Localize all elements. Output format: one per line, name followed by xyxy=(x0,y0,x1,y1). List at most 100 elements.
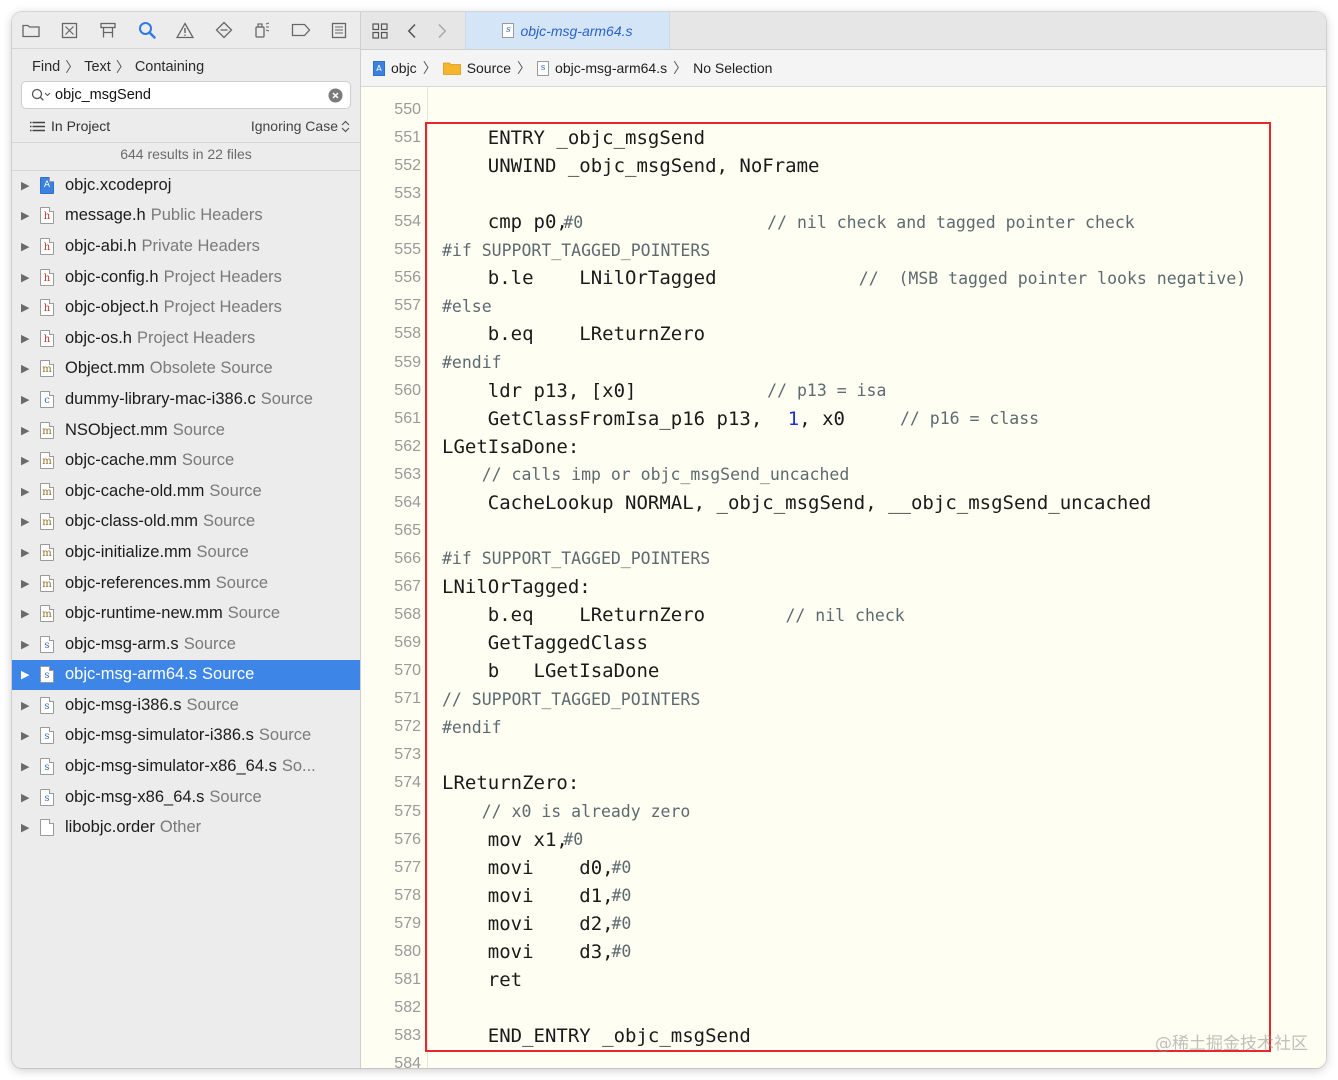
result-file-row[interactable]: ▶ h objc-os.h Project Headers xyxy=(12,323,360,354)
disclosure-triangle-icon[interactable]: ▶ xyxy=(21,332,33,345)
jump-bar-file[interactable]: s objc-msg-arm64.s xyxy=(537,60,667,76)
result-file-row[interactable]: ▶ m objc-initialize.mm Source xyxy=(12,537,360,568)
result-file-row[interactable]: ▶ s objc-msg-x86_64.s Source xyxy=(12,782,360,813)
disclosure-triangle-icon[interactable]: ▶ xyxy=(21,301,33,314)
result-file-row[interactable]: ▶ h message.h Public Headers xyxy=(12,201,360,232)
result-file-row[interactable]: ▶ h objc-config.h Project Headers xyxy=(12,262,360,293)
disclosure-triangle-icon[interactable]: ▶ xyxy=(21,821,33,834)
line-number[interactable]: 573 xyxy=(361,746,421,764)
disclosure-triangle-icon[interactable]: ▶ xyxy=(21,699,33,712)
line-number[interactable]: 568 xyxy=(361,606,421,624)
line-number[interactable]: 550 xyxy=(361,101,421,119)
disclosure-triangle-icon[interactable]: ▶ xyxy=(21,515,33,528)
source-control-icon[interactable] xyxy=(51,12,90,48)
disclosure-triangle-icon[interactable]: ▶ xyxy=(21,209,33,222)
line-number[interactable]: 584 xyxy=(361,1055,421,1068)
disclosure-triangle-icon[interactable]: ▶ xyxy=(21,240,33,253)
result-file-row[interactable]: ▶ m objc-cache.mm Source xyxy=(12,445,360,476)
code-text-area[interactable]: 550 551 ENTRY _objc_msgSend 552 UNWIND _ob… xyxy=(361,86,1326,1068)
forward-chevron-icon[interactable] xyxy=(427,12,457,49)
line-number[interactable]: 565 xyxy=(361,522,421,540)
line-number[interactable]: 572 xyxy=(361,718,421,736)
hierarchy-icon[interactable] xyxy=(89,12,128,48)
disclosure-triangle-icon[interactable]: ▶ xyxy=(21,393,33,406)
line-number[interactable]: 582 xyxy=(361,999,421,1017)
folder-icon[interactable] xyxy=(12,12,51,48)
result-file-row[interactable]: ▶ c dummy-library-mac-i386.c Source xyxy=(12,384,360,415)
result-file-row[interactable]: ▶ s objc-msg-simulator-x86_64.s So... xyxy=(12,751,360,782)
warning-icon[interactable] xyxy=(166,12,205,48)
disclosure-triangle-icon[interactable]: ▶ xyxy=(21,454,33,467)
line-number[interactable]: 561 xyxy=(361,410,421,428)
line-number[interactable]: 554 xyxy=(361,213,421,231)
search-input[interactable] xyxy=(55,87,305,103)
line-number[interactable]: 580 xyxy=(361,943,421,961)
back-chevron-icon[interactable] xyxy=(397,12,427,49)
line-number[interactable]: 570 xyxy=(361,662,421,680)
line-number[interactable]: 556 xyxy=(361,269,421,287)
line-number[interactable]: 567 xyxy=(361,578,421,596)
disclosure-triangle-icon[interactable]: ▶ xyxy=(21,424,33,437)
line-number[interactable]: 553 xyxy=(361,185,421,203)
line-number[interactable]: 579 xyxy=(361,915,421,933)
line-number[interactable]: 558 xyxy=(361,325,421,343)
clear-search-icon[interactable] xyxy=(328,88,343,103)
line-number[interactable]: 578 xyxy=(361,887,421,905)
result-file-row[interactable]: ▶ m Object.mm Obsolete Source xyxy=(12,354,360,385)
disclosure-triangle-icon[interactable]: ▶ xyxy=(21,638,33,651)
result-file-row[interactable]: ▶ m NSObject.mm Source xyxy=(12,415,360,446)
line-number[interactable]: 559 xyxy=(361,354,421,372)
line-number[interactable]: 571 xyxy=(361,690,421,708)
case-sensitivity-selector[interactable]: Ignoring Case xyxy=(251,118,350,134)
debug-spray-icon[interactable] xyxy=(243,12,282,48)
scope-selector[interactable]: In Project xyxy=(30,118,110,134)
jump-bar-project[interactable]: A objc xyxy=(373,60,417,76)
line-number[interactable]: 555 xyxy=(361,241,421,259)
result-file-row[interactable]: ▶ h objc-object.h Project Headers xyxy=(12,292,360,323)
find-mode-find[interactable]: Find xyxy=(32,59,60,75)
disclosure-triangle-icon[interactable]: ▶ xyxy=(21,179,33,192)
find-mode-containing[interactable]: Containing xyxy=(135,59,204,75)
disclosure-triangle-icon[interactable]: ▶ xyxy=(21,362,33,375)
line-number[interactable]: 551 xyxy=(361,129,421,147)
result-file-row[interactable]: ▶ h objc-abi.h Private Headers xyxy=(12,231,360,262)
disclosure-triangle-icon[interactable]: ▶ xyxy=(21,607,33,620)
result-file-row[interactable]: ▶ s objc-msg-arm.s Source xyxy=(12,629,360,660)
result-file-row[interactable]: ▶ m objc-cache-old.mm Source xyxy=(12,476,360,507)
search-icon[interactable] xyxy=(128,12,167,48)
result-file-row[interactable]: ▶ s objc-msg-arm64.s Source xyxy=(12,659,360,691)
disclosure-triangle-icon[interactable]: ▶ xyxy=(21,485,33,498)
line-number[interactable]: 577 xyxy=(361,859,421,877)
disclosure-triangle-icon[interactable]: ▶ xyxy=(21,760,33,773)
disclosure-triangle-icon[interactable]: ▶ xyxy=(21,546,33,559)
result-file-row[interactable]: ▶ libobjc.order Other xyxy=(12,812,360,843)
line-number[interactable]: 576 xyxy=(361,831,421,849)
line-number[interactable]: 569 xyxy=(361,634,421,652)
line-number[interactable]: 575 xyxy=(361,803,421,821)
breakpoint-icon[interactable] xyxy=(282,12,321,48)
line-number[interactable]: 557 xyxy=(361,297,421,315)
line-number[interactable]: 563 xyxy=(361,466,421,484)
line-number[interactable]: 581 xyxy=(361,971,421,989)
jump-bar-group[interactable]: Source xyxy=(442,60,511,76)
result-file-row[interactable]: ▶ s objc-msg-i386.s Source xyxy=(12,690,360,721)
line-number[interactable]: 574 xyxy=(361,774,421,792)
line-number[interactable]: 562 xyxy=(361,438,421,456)
disclosure-triangle-icon[interactable]: ▶ xyxy=(21,668,33,681)
result-file-row[interactable]: ▶ Aobjc.xcodeproj xyxy=(12,170,360,201)
disclosure-triangle-icon[interactable]: ▶ xyxy=(21,729,33,742)
disclosure-triangle-icon[interactable]: ▶ xyxy=(21,577,33,590)
line-number[interactable]: 552 xyxy=(361,157,421,175)
jump-bar-symbol[interactable]: No Selection xyxy=(693,60,772,76)
result-file-row[interactable]: ▶ s objc-msg-simulator-i386.s Source xyxy=(12,721,360,752)
result-file-row[interactable]: ▶ m objc-runtime-new.mm Source xyxy=(12,598,360,629)
tab-objc-msg-arm64[interactable]: s objc-msg-arm64.s xyxy=(465,12,670,49)
line-number[interactable]: 560 xyxy=(361,382,421,400)
disclosure-triangle-icon[interactable]: ▶ xyxy=(21,791,33,804)
test-diamond-icon[interactable] xyxy=(205,12,244,48)
line-number[interactable]: 566 xyxy=(361,550,421,568)
result-file-row[interactable]: ▶ m objc-references.mm Source xyxy=(12,568,360,599)
report-icon[interactable] xyxy=(320,12,359,48)
disclosure-triangle-icon[interactable]: ▶ xyxy=(21,271,33,284)
related-items-grid-icon[interactable] xyxy=(365,12,395,49)
